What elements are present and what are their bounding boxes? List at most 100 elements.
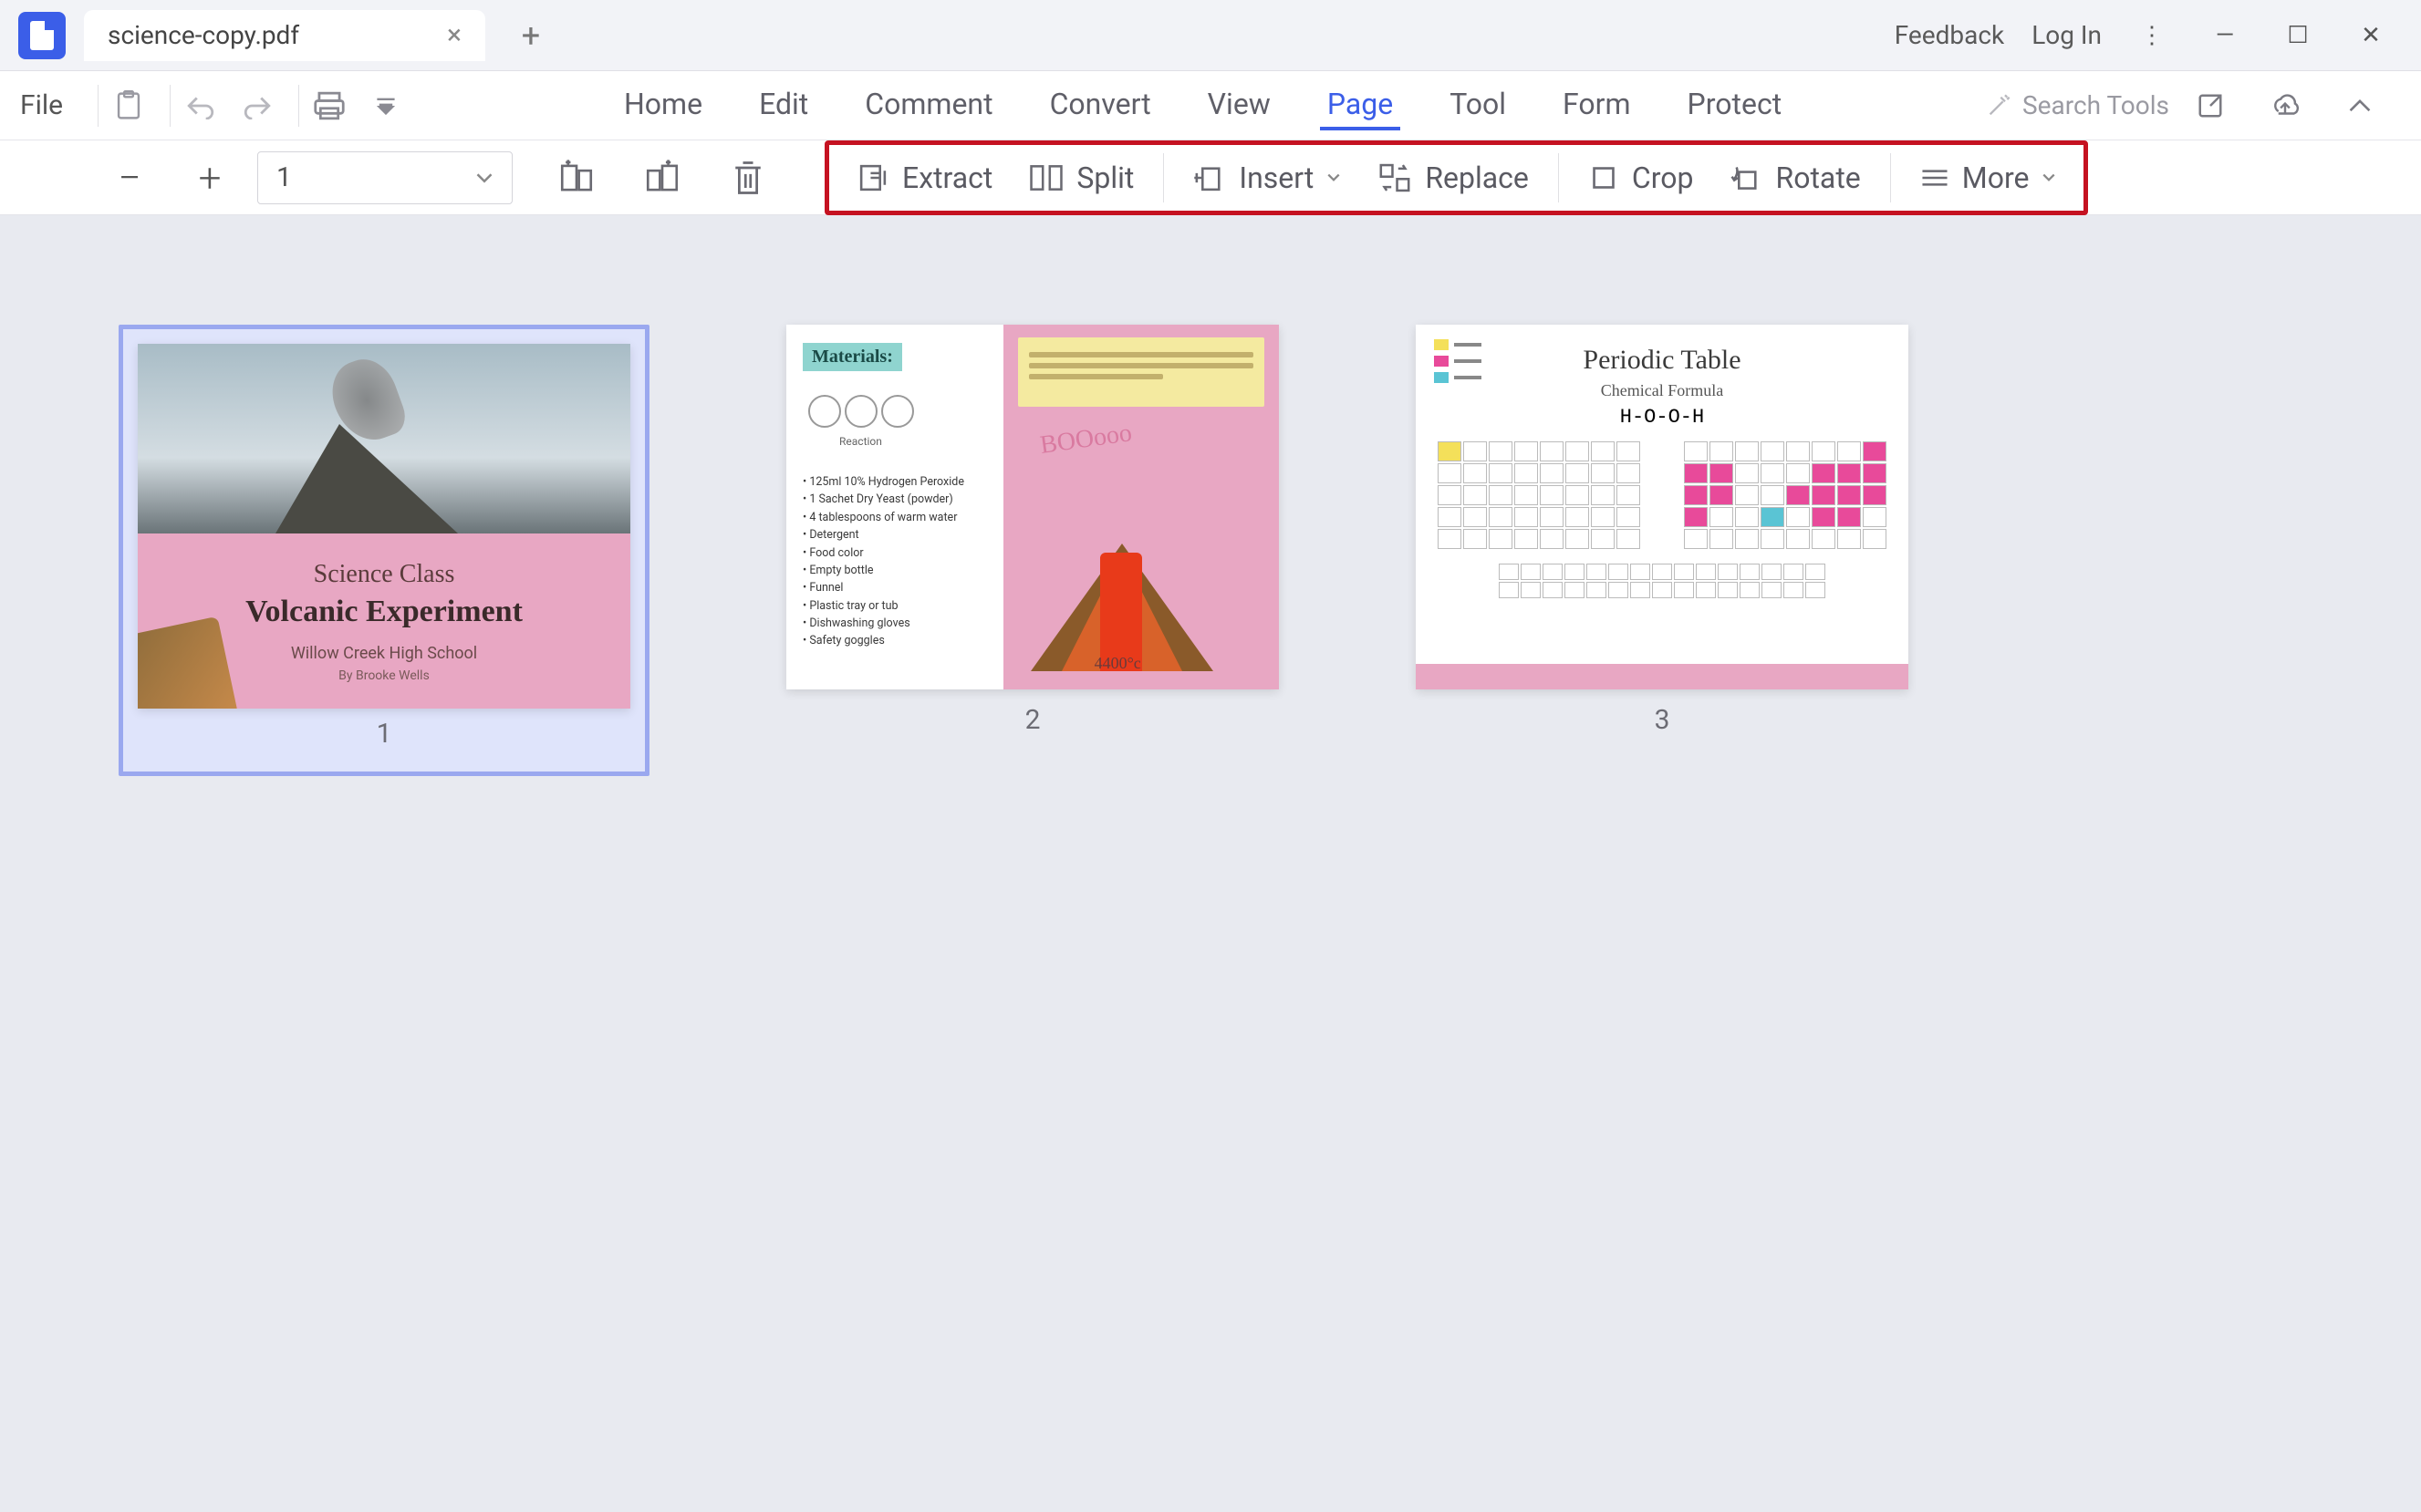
title-bar: science-copy.pdf × + Feedback Log In ⋮ —…: [0, 0, 2421, 71]
file-menu[interactable]: File: [20, 89, 63, 121]
main-menu: Home Edit Comment Convert View Page Tool…: [420, 81, 1986, 130]
app-logo-icon: [18, 12, 66, 59]
more-button[interactable]: More: [1902, 161, 2075, 195]
page-number: 3: [1655, 704, 1670, 736]
page2-reaction-label: Reaction: [839, 435, 987, 448]
page-range-select[interactable]: 1: [257, 151, 513, 204]
search-tools-label: Search Tools: [2022, 90, 2169, 120]
page-number: 2: [1025, 704, 1041, 736]
chevron-down-icon: [475, 171, 494, 184]
crop-label: Crop: [1632, 161, 1694, 195]
menu-view[interactable]: View: [1200, 81, 1278, 130]
menu-edit[interactable]: Edit: [752, 81, 816, 130]
undo-icon[interactable]: [178, 83, 223, 129]
divider: [1890, 153, 1891, 202]
page2-materials-label: Materials:: [803, 343, 902, 371]
tab-title: science-copy.pdf: [108, 20, 299, 50]
divider: [98, 85, 99, 127]
page1-byline: By Brooke Wells: [338, 668, 430, 683]
page-thumbnail-1[interactable]: Science Class Volcanic Experiment Willow…: [119, 325, 649, 776]
delete-page-icon[interactable]: [726, 156, 770, 200]
extract-label: Extract: [902, 161, 992, 195]
menu-form[interactable]: Form: [1555, 81, 1638, 130]
close-tab-icon[interactable]: ×: [447, 19, 462, 51]
new-tab-button[interactable]: +: [513, 17, 549, 54]
clipboard-icon[interactable]: [106, 83, 151, 129]
insert-page-before-icon[interactable]: [555, 156, 598, 200]
page2-illustration-panel: BOOooo 4400°c: [1003, 325, 1279, 689]
divider: [298, 85, 299, 127]
insert-label: Insert: [1239, 161, 1314, 195]
insert-button[interactable]: Insert: [1175, 161, 1359, 195]
kebab-menu-icon[interactable]: ⋮: [2129, 17, 2175, 54]
crop-icon: [1588, 162, 1619, 193]
menu-home[interactable]: Home: [617, 81, 710, 130]
divider: [1558, 153, 1559, 202]
minimize-icon[interactable]: —: [2202, 17, 2248, 54]
page3-lanthanides: [1499, 564, 1825, 598]
replace-icon: [1377, 161, 1412, 194]
page1-title-panel: Science Class Volcanic Experiment Willow…: [138, 533, 630, 709]
page-toolbar: − + 1 Extract Split Insert Replace: [0, 140, 2421, 215]
feedback-link[interactable]: Feedback: [1895, 20, 2004, 50]
chevron-down-icon: [1326, 172, 1341, 183]
menu-comment[interactable]: Comment: [857, 81, 1000, 130]
zoom-out-button[interactable]: −: [109, 154, 150, 202]
print-icon[interactable]: [307, 83, 352, 129]
replace-label: Replace: [1425, 161, 1529, 195]
page-thumbnail-3[interactable]: Periodic Table Chemical Formula H-O-O-H: [1416, 325, 1908, 736]
wand-icon: [1986, 93, 2011, 119]
cloud-upload-icon[interactable]: [2262, 83, 2308, 129]
page3-title: Periodic Table: [1416, 345, 1908, 376]
page1-hero-image: [138, 344, 630, 533]
page1-title: Science Class: [314, 560, 455, 589]
collapse-ribbon-icon[interactable]: [2337, 83, 2383, 129]
crop-button[interactable]: Crop: [1570, 161, 1712, 195]
menu-page[interactable]: Page: [1320, 81, 1400, 130]
page-thumbnail-2[interactable]: Materials: Reaction 125ml 10% Hydrogen P…: [786, 325, 1279, 736]
divider: [170, 85, 171, 127]
page-range-value: 1: [276, 161, 292, 193]
page-thumbnail-canvas: Science Class Volcanic Experiment Willow…: [0, 215, 2421, 885]
page2-materials-panel: Materials: Reaction 125ml 10% Hydrogen P…: [786, 325, 1003, 689]
menu-protect[interactable]: Protect: [1680, 81, 1790, 130]
close-window-icon[interactable]: ✕: [2348, 17, 2394, 54]
page3-subtitle: Chemical Formula: [1416, 381, 1908, 400]
page2-boom-text: BOOooo: [1038, 419, 1134, 461]
insert-page-after-icon[interactable]: [640, 156, 684, 200]
rotate-label: Rotate: [1775, 161, 1860, 195]
rotate-icon: [1730, 162, 1762, 193]
zoom-in-button[interactable]: +: [190, 154, 230, 202]
extract-icon: [857, 161, 889, 194]
divider: [1163, 153, 1164, 202]
page3-legend: [1434, 339, 1481, 383]
dropdown-chevron-icon[interactable]: [363, 83, 409, 129]
login-link[interactable]: Log In: [2031, 20, 2102, 50]
page1-school: Willow Creek High School: [291, 644, 477, 663]
replace-button[interactable]: Replace: [1359, 161, 1547, 195]
extract-button[interactable]: Extract: [838, 161, 1011, 195]
redo-icon[interactable]: [234, 83, 280, 129]
page2-materials-list: 125ml 10% Hydrogen Peroxide 1 Sachet Dry…: [803, 473, 987, 650]
page3-periodic-table: [1416, 429, 1908, 549]
split-label: Split: [1076, 161, 1134, 195]
chevron-down-icon: [2042, 172, 2056, 183]
maximize-icon[interactable]: ☐: [2275, 17, 2321, 54]
search-tools[interactable]: Search Tools: [1986, 90, 2169, 120]
page-actions-highlighted: Extract Split Insert Replace Crop Rotate: [825, 140, 2088, 215]
open-external-icon[interactable]: [2187, 83, 2233, 129]
more-icon: [1920, 166, 1949, 190]
page1-subtitle: Volcanic Experiment: [245, 595, 523, 629]
document-tab[interactable]: science-copy.pdf ×: [84, 10, 485, 61]
split-button[interactable]: Split: [1011, 161, 1152, 195]
rotate-button[interactable]: Rotate: [1711, 161, 1878, 195]
split-icon: [1029, 161, 1064, 194]
insert-icon: [1193, 161, 1226, 194]
menu-bar: File Home Edit Comment Convert View Page…: [0, 71, 2421, 140]
menu-tool[interactable]: Tool: [1442, 81, 1513, 130]
menu-convert[interactable]: Convert: [1043, 81, 1159, 130]
more-label: More: [1962, 161, 2030, 195]
page2-temperature: 4400°c: [1095, 654, 1141, 673]
page-number: 1: [138, 718, 630, 757]
page3-formula: H-O-O-H: [1416, 406, 1908, 429]
